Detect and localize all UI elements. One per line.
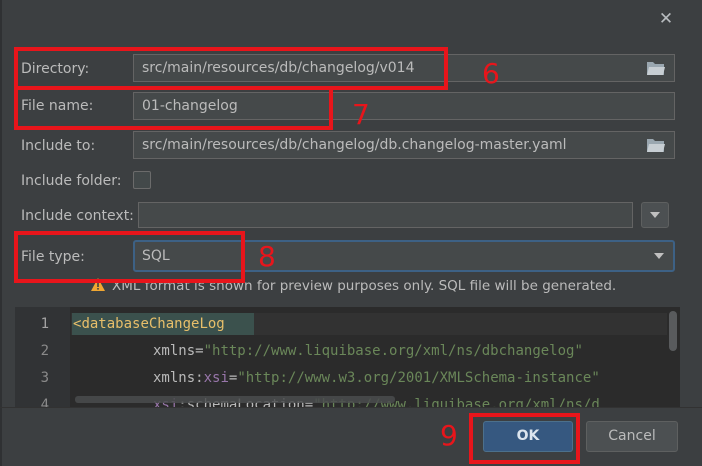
window-edge — [0, 0, 2, 466]
include-context-input[interactable] — [138, 202, 633, 228]
include-to-value: src/main/resources/db/changelog/db.chang… — [142, 137, 567, 153]
annotation-number: 6 — [482, 57, 500, 90]
horizontal-scrollbar[interactable] — [75, 396, 395, 403]
line-number: 2 — [40, 343, 49, 359]
annotation-box-directory — [14, 47, 448, 90]
include-to-label: Include to: — [21, 138, 96, 154]
include-context-dropdown-button[interactable] — [641, 202, 669, 228]
include-folder-checkbox[interactable] — [133, 171, 151, 189]
scrollbar-thumb[interactable] — [669, 311, 677, 351]
annotation-box-file-type — [14, 231, 245, 283]
vertical-scrollbar[interactable] — [667, 307, 680, 407]
button-bar-divider — [0, 407, 702, 408]
xml-preview-editor[interactable]: 1 2 3 4 <databaseChangeLog xmlns="http:/… — [15, 307, 680, 407]
annotation-number: 8 — [258, 240, 276, 273]
chevron-down-icon — [650, 212, 660, 218]
line-number-gutter: 1 2 3 4 — [15, 307, 70, 407]
code-line-2: xmlns="http://www.liquibase.org/xml/ns/d… — [153, 343, 583, 359]
include-folder-label: Include folder: — [21, 173, 122, 189]
chevron-down-icon — [654, 253, 664, 259]
line-number: 3 — [40, 370, 49, 386]
include-to-field[interactable]: src/main/resources/db/changelog/db.chang… — [133, 131, 675, 159]
folder-icon[interactable] — [646, 59, 666, 77]
line-number: 4 — [40, 397, 49, 407]
line-number: 1 — [40, 316, 49, 332]
close-icon[interactable]: ✕ — [655, 8, 677, 30]
annotation-number: 9 — [440, 419, 458, 452]
annotation-box-file-name — [14, 86, 333, 130]
code-line-3: xmlns:xsi="http://www.w3.org/2001/XMLSch… — [153, 370, 600, 386]
folder-icon[interactable] — [646, 136, 666, 154]
cancel-button[interactable]: Cancel — [586, 421, 678, 452]
annotation-number: 7 — [352, 98, 370, 131]
include-context-label: Include context: — [21, 208, 134, 224]
annotation-box-ok — [469, 413, 580, 464]
create-changelog-dialog: ✕ Directory: src/main/resources/db/chang… — [0, 0, 702, 466]
code-line-1: <databaseChangeLog — [73, 316, 225, 332]
